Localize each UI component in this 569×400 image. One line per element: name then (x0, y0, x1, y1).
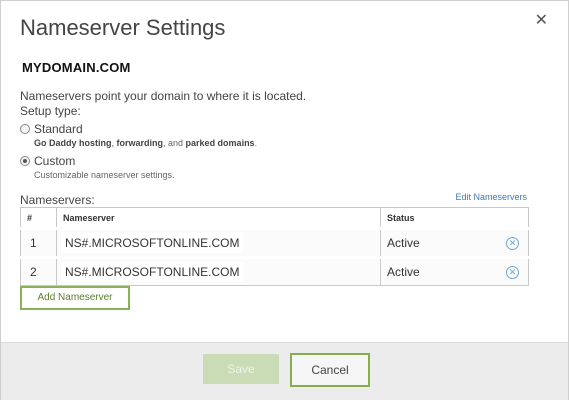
standard-radio[interactable] (20, 123, 30, 134)
row-number: 1 (20, 227, 57, 258)
setup-type-label: Setup type: (20, 104, 81, 118)
column-header-status: Status (380, 207, 529, 229)
close-circle-icon[interactable]: ✕ (506, 237, 519, 250)
nameservers-label: Nameservers: (20, 193, 95, 207)
column-header-number: # (20, 207, 57, 229)
standard-description: Go Daddy hosting, forwarding, and parked… (34, 138, 258, 148)
standard-option[interactable]: Standard (20, 122, 83, 136)
add-nameserver-button[interactable]: Add Nameserver (20, 286, 130, 310)
dialog-footer: Save Cancel (1, 342, 568, 400)
nameserver-settings-dialog: Nameserver Settings ✕ MYDOMAIN.COM Names… (0, 0, 569, 400)
table-header-row: # Nameserver Status (20, 207, 529, 229)
cancel-button[interactable]: Cancel (290, 353, 370, 387)
save-button[interactable]: Save (203, 354, 279, 384)
standard-label: Standard (34, 122, 83, 136)
nameserver-value[interactable]: NS#.MICROSOFTONLINE.COM (61, 233, 244, 253)
custom-option[interactable]: Custom (20, 154, 75, 168)
custom-radio[interactable] (20, 155, 30, 166)
dialog-title: Nameserver Settings (20, 15, 226, 40)
table-row: 2 NS#.MICROSOFTONLINE.COM Active ✕ (20, 256, 529, 286)
column-header-nameserver: Nameserver (56, 207, 381, 229)
status-text: Active (387, 236, 420, 250)
custom-label: Custom (34, 154, 76, 168)
table-row: 1 NS#.MICROSOFTONLINE.COM Active ✕ (20, 227, 529, 258)
close-circle-icon[interactable]: ✕ (506, 266, 519, 279)
custom-description: Customizable nameserver settings. (34, 170, 175, 180)
intro-text: Nameservers point your domain to where i… (20, 89, 307, 103)
row-number: 2 (20, 256, 57, 286)
nameserver-table: # Nameserver Status 1 NS#.MICROSOFTONLIN… (20, 207, 529, 286)
domain-name: MYDOMAIN.COM (22, 60, 131, 75)
status-text: Active (387, 265, 420, 279)
edit-nameservers-link[interactable]: Edit Nameservers (455, 192, 527, 202)
nameserver-value[interactable]: NS#.MICROSOFTONLINE.COM (61, 262, 244, 282)
close-icon[interactable]: ✕ (535, 13, 548, 29)
